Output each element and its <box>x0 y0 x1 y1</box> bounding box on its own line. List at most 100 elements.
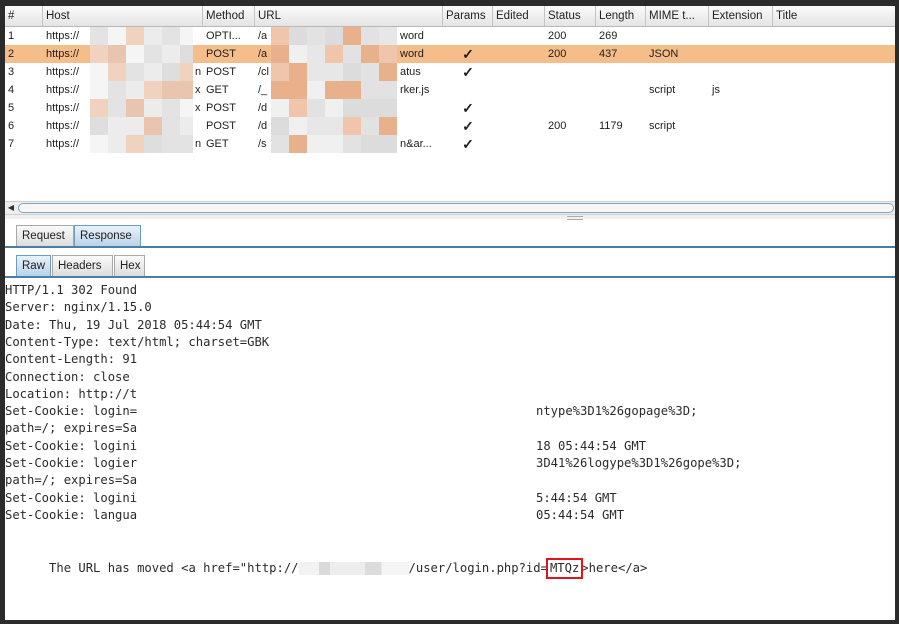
tab-raw[interactable]: Raw <box>16 255 51 276</box>
cell-url-tail: word <box>400 30 424 42</box>
col-extension[interactable]: Extension <box>709 6 773 26</box>
response-line: Set-Cookie: logini <box>5 490 138 505</box>
cell-ext: js <box>712 84 720 96</box>
cell-mime: script <box>649 84 676 96</box>
cell-host-tail <box>192 45 204 63</box>
col-params[interactable]: Params <box>443 6 493 26</box>
redacted-host <box>90 27 193 153</box>
col-edited[interactable]: Edited <box>493 6 545 26</box>
cell-host-tail: n <box>195 66 202 78</box>
cell-status <box>545 99 596 117</box>
col-method[interactable]: Method <box>203 6 255 26</box>
cell-mime <box>646 99 709 117</box>
response-line: Server: nginx/1.15.0 <box>5 300 152 315</box>
burp-window: # Host Method URL Params Edited Status L… <box>5 6 895 620</box>
cell-ext <box>709 117 773 135</box>
cell-url-tail: n&ar... <box>400 138 432 150</box>
response-line: Content-Length: 91 <box>5 352 138 367</box>
cell-host-tail: n <box>195 138 202 150</box>
splitter-grip-icon[interactable] <box>567 216 583 220</box>
highlighted-id-value: MTQz <box>545 558 584 579</box>
cell-mime <box>646 27 709 45</box>
cell-length: 1179 <box>599 120 623 132</box>
response-line: Set-Cookie: login= <box>5 404 138 419</box>
response-line: Date: Thu, 19 Jul 2018 05:44:54 GMT <box>5 317 262 332</box>
cell-num: 5 <box>8 102 15 114</box>
cell-params: ✓ <box>462 46 474 62</box>
cell-edited <box>493 135 545 153</box>
cell-length: 437 <box>599 48 618 60</box>
message-tabs: Request Response <box>5 224 895 248</box>
response-line: Content-Type: text/html; charset=GBK <box>5 334 270 349</box>
cell-url-tail: atus <box>400 66 421 78</box>
cell-url-tail: rker.js <box>400 84 430 96</box>
cell-status <box>545 81 596 99</box>
response-line: Set-Cookie: logini <box>5 438 138 453</box>
cell-host-tail <box>192 27 204 45</box>
cell-params: ✓ <box>462 136 474 152</box>
cell-num: 7 <box>8 138 15 150</box>
cell-params <box>443 81 493 99</box>
scroll-thumb[interactable] <box>18 203 894 213</box>
pane-splitter[interactable] <box>5 215 895 219</box>
cell-edited <box>493 63 545 81</box>
proxy-history-table: # Host Method URL Params Edited Status L… <box>5 6 895 198</box>
tab-headers[interactable]: Headers <box>52 255 113 276</box>
horizontal-scrollbar[interactable]: ◀ <box>5 201 895 215</box>
col-number[interactable]: # <box>5 6 43 26</box>
cell-ext <box>709 27 773 45</box>
col-url[interactable]: URL <box>255 6 443 26</box>
response-line: Connection: close <box>5 369 130 384</box>
cell-params: ✓ <box>462 118 474 134</box>
cell-edited <box>493 99 545 117</box>
response-line: Location: http://t <box>5 386 138 401</box>
col-status[interactable]: Status <box>545 6 596 26</box>
cell-ext <box>709 135 773 153</box>
cell-length: 269 <box>599 30 618 42</box>
redacted-headers <box>155 391 535 529</box>
cell-length <box>596 135 646 153</box>
response-line: Set-Cookie: langua <box>5 507 138 522</box>
cell-url-tail <box>397 117 443 135</box>
cell-params <box>443 27 493 45</box>
col-length[interactable]: Length <box>596 6 646 26</box>
cell-method: GET <box>206 84 229 96</box>
cell-num: 4 <box>8 84 15 96</box>
col-mime[interactable]: MIME t... <box>646 6 709 26</box>
cell-params: ✓ <box>462 100 474 116</box>
tab-request[interactable]: Request <box>16 225 74 246</box>
body-prefix: The URL has moved <a href="http:// <box>49 561 299 575</box>
response-body-line: The URL has moved <a href="http:// /user/… <box>5 543 647 579</box>
cell-status <box>545 63 596 81</box>
response-line: Set-Cookie: logier <box>5 456 138 470</box>
redacted-body-host <box>298 562 409 575</box>
cell-mime: JSON <box>649 48 679 60</box>
table-header: # Host Method URL Params Edited Status L… <box>5 6 895 27</box>
tab-response[interactable]: Response <box>74 225 141 246</box>
cell-edited <box>493 27 545 45</box>
cell-edited <box>493 45 545 63</box>
cell-num: 6 <box>8 120 15 132</box>
cell-mime <box>646 135 709 153</box>
response-line-fragment: 5:44:54 GMT <box>536 490 617 505</box>
body-middle: /user/login.php?id= <box>408 561 548 575</box>
cell-method: POST <box>206 102 236 114</box>
response-line: HTTP/1.1 302 Found <box>5 283 138 297</box>
scroll-left-icon[interactable]: ◀ <box>6 202 16 214</box>
col-host[interactable]: Host <box>43 6 203 26</box>
cell-edited <box>493 117 545 135</box>
cell-mime: script <box>649 120 676 132</box>
cell-num: 3 <box>8 66 15 78</box>
response-raw-editor[interactable]: The URL has moved <a href="http:// /user/… <box>5 278 895 620</box>
tab-hex[interactable]: Hex <box>114 255 145 276</box>
cell-edited <box>493 81 545 99</box>
cell-length <box>596 99 646 117</box>
col-title[interactable]: Title <box>773 6 895 26</box>
response-line: path=/; expires=Sa <box>5 421 138 436</box>
cell-status: 200 <box>548 30 567 42</box>
cell-url-tail <box>397 99 443 117</box>
cell-status: 200 <box>548 48 567 60</box>
cell-length <box>596 81 646 99</box>
response-line-fragment: 3D41%26logype%3D1%26gope%3D; <box>536 456 742 470</box>
cell-ext <box>709 99 773 117</box>
